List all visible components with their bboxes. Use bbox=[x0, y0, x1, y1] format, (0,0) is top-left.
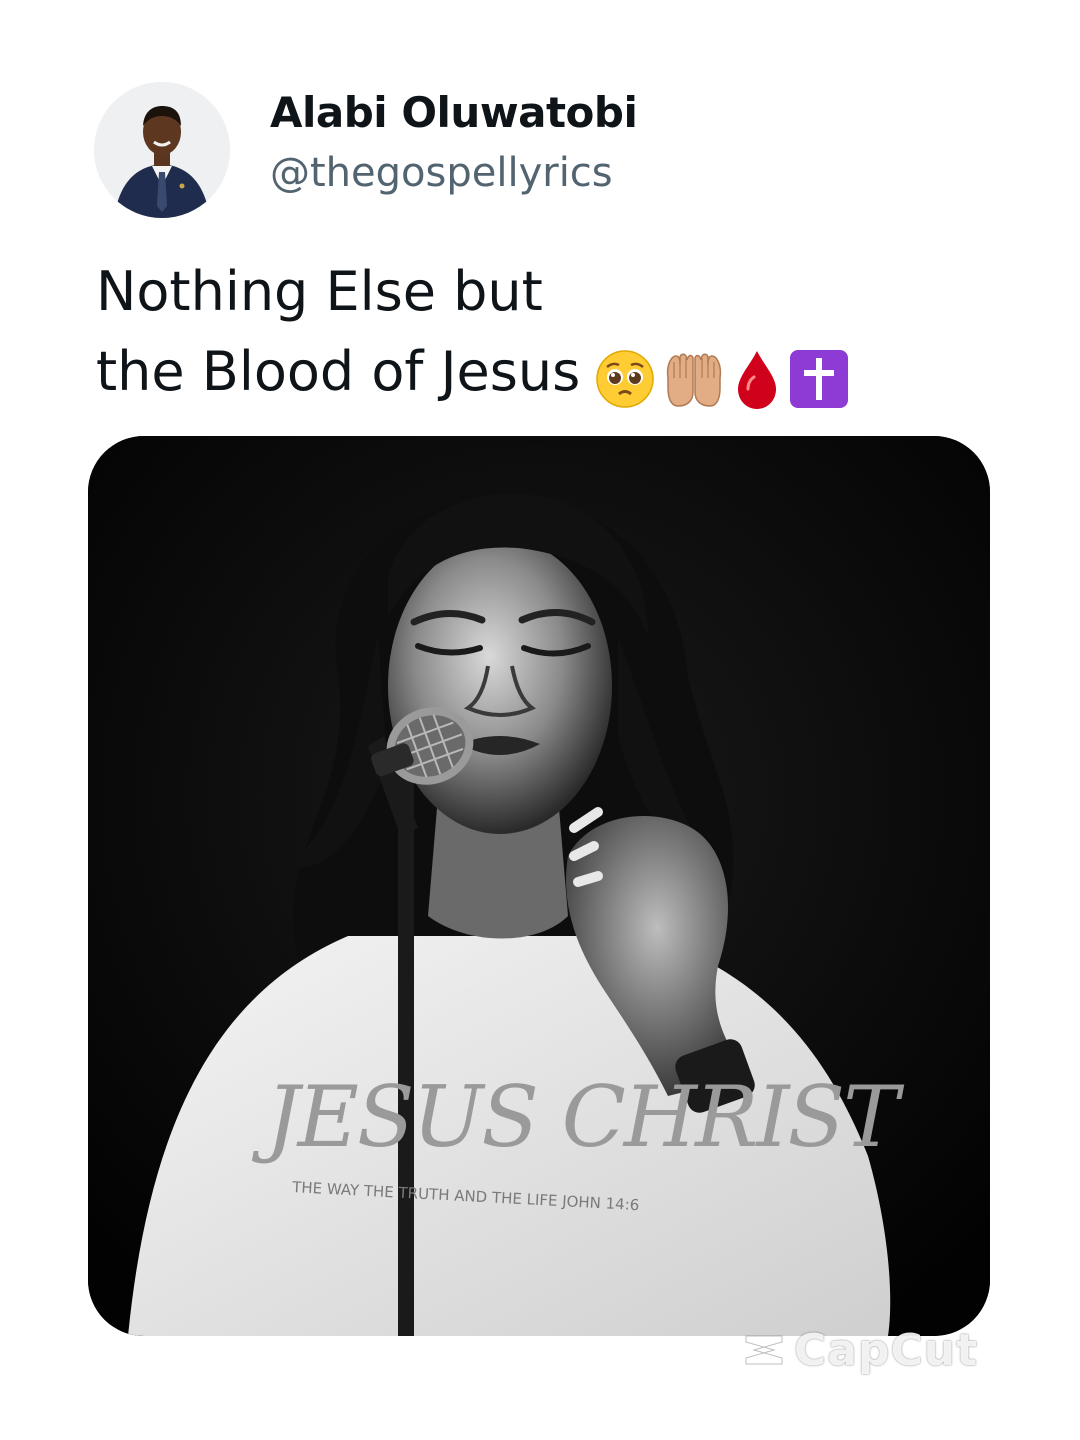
latin-cross-icon bbox=[790, 349, 849, 408]
capcut-watermark-label: CapCut bbox=[794, 1324, 979, 1376]
author-handle[interactable]: @thegospellyrics bbox=[270, 150, 613, 196]
author-display-name[interactable]: Alabi Oluwatobi bbox=[270, 88, 638, 137]
pleading-face-icon bbox=[596, 349, 654, 408]
capcut-watermark: CapCut bbox=[742, 1322, 1032, 1378]
profile-photo-icon bbox=[94, 82, 230, 218]
post-media[interactable]: JESUS CHRIST THE WAY THE TRUTH AND THE L… bbox=[88, 436, 990, 1336]
shirt-text-main: JESUS CHRIST bbox=[251, 1068, 905, 1166]
palms-up-together-icon bbox=[667, 353, 722, 407]
drop-of-blood-icon bbox=[738, 350, 777, 409]
capcut-logo-icon bbox=[745, 1335, 783, 1365]
post-text: Nothing Else but the Blood of Jesus bbox=[96, 252, 996, 415]
emoji-row bbox=[594, 335, 856, 415]
post-text-line-2-text: the Blood of Jesus bbox=[96, 340, 581, 403]
post-text-line-1: Nothing Else but bbox=[96, 260, 543, 323]
singer-photo: JESUS CHRIST THE WAY THE TRUTH AND THE L… bbox=[88, 436, 990, 1336]
avatar[interactable] bbox=[94, 82, 230, 218]
post-text-line-2: the Blood of Jesus bbox=[96, 332, 996, 415]
